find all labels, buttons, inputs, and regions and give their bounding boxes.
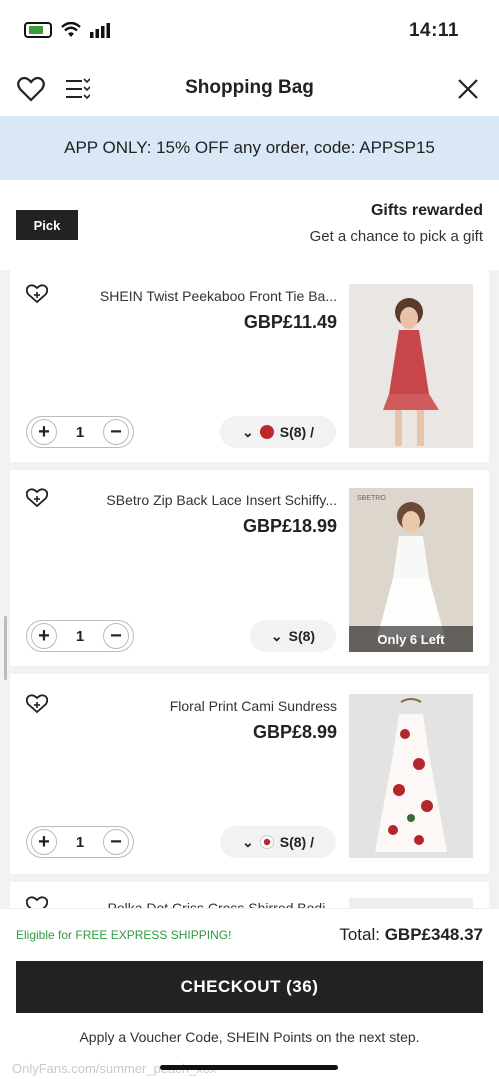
quantity-value: 1	[75, 627, 85, 645]
product-name[interactable]: SBetro Zip Back Lace Insert Schiffy...	[106, 492, 337, 508]
promo-banner[interactable]: APP ONLY: 15% OFF any order, code: APPSP…	[0, 116, 499, 180]
chevron-down-icon: ⌄	[242, 423, 254, 440]
total-label: Total:	[339, 925, 380, 944]
brand-tag: SBETRO	[357, 495, 386, 502]
chevron-down-icon: ⌄	[242, 833, 254, 850]
clock: 14:11	[408, 20, 459, 41]
color-swatch	[259, 835, 274, 849]
save-for-later-icon[interactable]	[25, 284, 49, 304]
gifts-subtitle: Get a chance to pick a gift	[309, 228, 483, 245]
save-for-later-icon[interactable]	[25, 488, 49, 508]
product-price: GBP£18.99	[242, 516, 337, 536]
signal-icon	[90, 23, 110, 38]
increment-button[interactable]: +	[31, 623, 57, 649]
order-total: Total: GBP£348.37	[339, 925, 483, 945]
increment-button[interactable]: +	[31, 829, 57, 855]
save-for-later-icon[interactable]	[25, 694, 49, 714]
page-title: Shopping Bag	[185, 77, 314, 98]
gifts-title: Gifts rewarded	[370, 202, 483, 219]
decrement-button[interactable]: −	[103, 829, 129, 855]
variant-selector[interactable]: ⌄ S(8) /	[220, 416, 336, 448]
variant-selector[interactable]: ⌄ S(8) /	[220, 826, 336, 858]
chevron-down-icon: ⌄	[270, 627, 283, 644]
checkout-footer: Total: GBP£348.37 Eligible for FREE EXPR…	[0, 908, 499, 1079]
decrement-button[interactable]: −	[103, 419, 129, 445]
home-indicator[interactable]	[160, 1065, 338, 1070]
variant-label: S(8)	[288, 628, 316, 644]
cart-item: SBETRO Only 6 Left SBetro Zip Back Lace …	[10, 470, 489, 666]
product-image[interactable]: SBETRO Only 6 Left	[349, 488, 473, 652]
pick-gift-button[interactable]: Pick	[16, 210, 78, 240]
decrement-button[interactable]: −	[103, 623, 129, 649]
status-bar: 14:11	[0, 0, 499, 62]
voucher-hint: Apply a Voucher Code, SHEIN Points on th…	[79, 1029, 420, 1045]
product-name[interactable]: SHEIN Twist Peekaboo Front Tie Ba...	[100, 288, 337, 304]
quantity-stepper: + 1 −	[26, 416, 134, 448]
variant-label: S(8) /	[279, 834, 314, 850]
checkout-button[interactable]: CHECKOUT (36)	[16, 961, 483, 1013]
express-shipping-note: Eligible for FREE EXPRESS SHIPPING!	[16, 928, 232, 942]
close-icon[interactable]	[453, 74, 483, 104]
product-image[interactable]	[349, 694, 473, 858]
quantity-stepper: + 1 −	[26, 826, 134, 858]
stock-badge: Only 6 Left	[349, 626, 473, 652]
header: Shopping Bag	[0, 62, 499, 116]
increment-button[interactable]: +	[31, 419, 57, 445]
variant-selector[interactable]: ⌄ S(8)	[250, 620, 336, 652]
product-name[interactable]: Floral Print Cami Sundress	[170, 698, 337, 714]
quantity-value: 1	[75, 833, 85, 851]
scrollbar[interactable]	[4, 616, 7, 680]
total-value: GBP£348.37	[384, 925, 483, 944]
quantity-stepper: + 1 −	[26, 620, 134, 652]
cart-item: Floral Print Cami Sundress GBP£8.99 ⌄ S(…	[10, 674, 489, 874]
quantity-value: 1	[75, 423, 85, 441]
color-swatch	[259, 425, 274, 439]
product-price: GBP£11.49	[243, 312, 337, 332]
cart-list[interactable]: SHEIN Twist Peekaboo Front Tie Ba... GBP…	[0, 270, 499, 910]
cart-item: Polka Dot Criss Cross Shirred Bodi...	[10, 882, 489, 910]
wifi-icon	[61, 22, 81, 37]
product-image[interactable]	[349, 284, 473, 448]
status-icons	[24, 22, 112, 38]
gifts-section: Gifts rewarded Get a chance to pick a gi…	[0, 180, 499, 270]
product-price: GBP£8.99	[252, 722, 337, 742]
cart-item: SHEIN Twist Peekaboo Front Tie Ba... GBP…	[10, 270, 489, 462]
battery-icon	[24, 22, 52, 38]
variant-label: S(8) /	[279, 424, 314, 440]
